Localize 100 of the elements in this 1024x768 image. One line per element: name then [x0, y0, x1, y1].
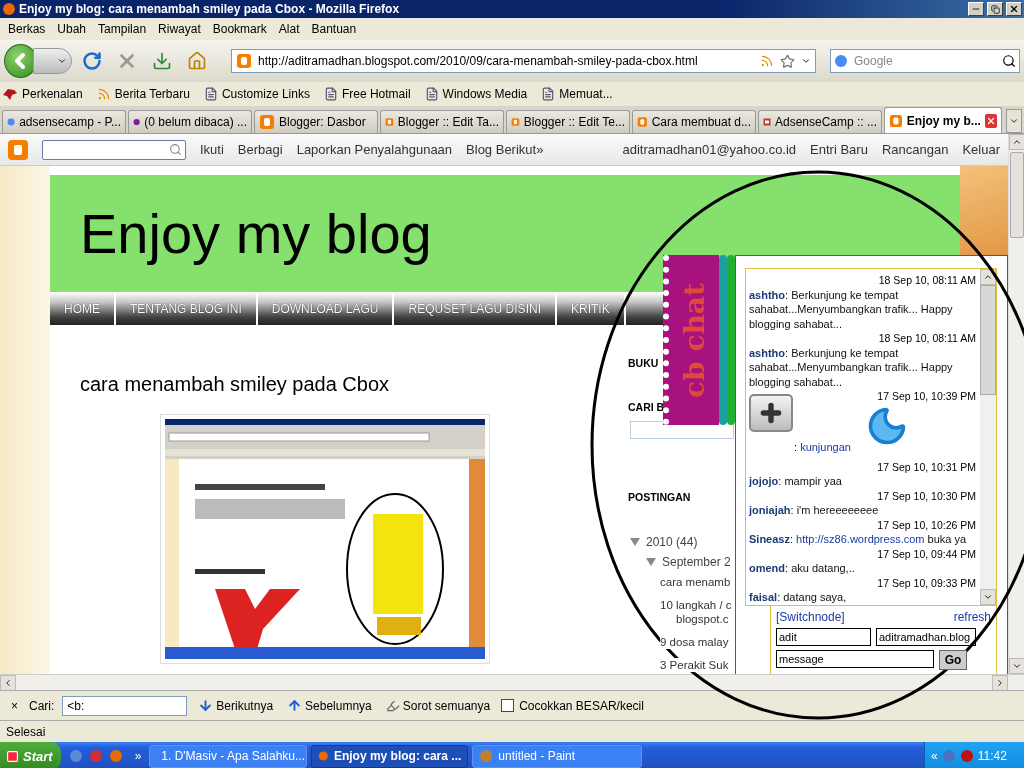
archive-link[interactable]: September 2 — [662, 555, 731, 569]
bookmark[interactable]: Free Hotmail — [323, 87, 411, 101]
post-link[interactable]: 10 langkah / c — [660, 598, 732, 612]
chevron-icon[interactable]: » — [134, 749, 142, 763]
menu-item[interactable]: Bookmark — [208, 22, 275, 36]
find-field[interactable]: <b: — [62, 695, 188, 716]
close-tab-button[interactable] — [984, 113, 997, 128]
blog-title: Enjoy my blog — [80, 201, 432, 266]
post-link[interactable]: cara menamb — [660, 575, 731, 589]
tab[interactable]: Blogger: Dasbor — [254, 110, 378, 133]
message-time: 17 Sep 10, 10:31 PM — [876, 459, 976, 474]
nav-link[interactable]: Berbagi — [237, 142, 283, 157]
account-email: aditramadhan01@yahoo.co.id — [622, 142, 797, 157]
forward-button[interactable] — [32, 48, 72, 74]
bookmark[interactable]: Memuat... — [541, 87, 613, 101]
find-button[interactable]: Sebelumnya — [284, 698, 375, 713]
archive-link[interactable]: 2010 (44) — [646, 535, 698, 549]
message-text: omend: aku datang,.. — [749, 561, 856, 576]
find-button[interactable]: Berikutnya — [195, 698, 277, 713]
section-heading: POSTINGAN — [628, 491, 692, 503]
tab[interactable]: Cara membuat d... — [632, 110, 756, 133]
scroll-down-icon — [983, 592, 993, 602]
tab[interactable]: adsensecamp - P... — [2, 110, 126, 133]
message-time: 17 Sep 10, 10:39 PM — [876, 389, 976, 404]
message-text: jojojo: mampir yaa — [749, 474, 843, 489]
nav-link[interactable]: Blog Berikut» — [466, 142, 544, 157]
switch-link[interactable]: [Switchnode] — [776, 610, 845, 624]
taskbar-button[interactable]: Enjoy my blog: cara ... — [311, 744, 469, 768]
section-heading: CARI B — [628, 401, 666, 413]
search-field[interactable] — [42, 139, 186, 160]
menu-item[interactable]: Ubah — [53, 22, 95, 36]
close-button[interactable] — [1006, 2, 1022, 16]
match-case-checkbox[interactable]: Cocokkan BESAR/kecil — [501, 698, 644, 713]
tab[interactable]: Enjoy my b... — [884, 107, 1002, 133]
address-field[interactable]: http://aditramadhan.blogspot.com/2010/09/cara-menambah-smiley-pada-cbox.html — [231, 49, 816, 73]
app-icon — [2, 2, 16, 16]
bookmark[interactable]: Berita Terbaru — [96, 87, 190, 101]
tab[interactable]: Blogger :: Edit Te... — [506, 110, 630, 133]
quick-launch-icon — [88, 749, 103, 763]
taskbar-button[interactable]: 1. D'Masiv - Apa Salahku... — [149, 744, 308, 768]
chat-logo: cb chat — [663, 255, 735, 425]
status-text: Selesai — [6, 724, 46, 739]
post-title: cara menambah smiley pada Cbox — [80, 373, 391, 396]
menu-item[interactable]: Alat — [274, 22, 308, 36]
caret-icon[interactable] — [646, 557, 656, 567]
close-button[interactable]: × — [8, 698, 21, 713]
tab[interactable]: (0 belum dibaca) ... — [128, 110, 252, 133]
tab[interactable]: AdsenseCamp :: ... — [758, 110, 882, 133]
menu-item[interactable]: Bantuan — [307, 22, 365, 36]
site-icon — [236, 53, 252, 69]
page-icon — [541, 87, 556, 101]
bookmark[interactable]: Windows Media — [424, 87, 528, 101]
tab-list-button[interactable] — [1006, 109, 1022, 133]
nav-link[interactable]: Entri Baru — [810, 142, 868, 157]
caret-icon[interactable] — [630, 537, 640, 547]
scrollbar-thumb[interactable] — [1010, 152, 1024, 238]
post-link[interactable]: 9 dosa malay — [660, 635, 729, 649]
home-icon — [186, 51, 207, 71]
nav-link[interactable]: Keluar — [962, 142, 1000, 157]
url-field[interactable]: aditramadhan.blog — [876, 628, 976, 646]
message-link[interactable]: kunjungan — [800, 440, 851, 453]
find-button[interactable]: Sorot semuanya — [382, 698, 494, 713]
go-button[interactable]: Go — [939, 650, 967, 670]
find-label: Cari: — [29, 698, 55, 713]
message-link[interactable]: http://sz86.wordpress.com — [796, 533, 925, 545]
page-icon — [203, 87, 218, 101]
scrollbar-thumb[interactable] — [980, 285, 996, 395]
menu-item[interactable]: Riwayat — [154, 22, 209, 36]
post-link[interactable]: 3 Perakit Suk — [660, 658, 729, 672]
bookmark[interactable]: Perkenalan — [2, 87, 83, 101]
arrow-down-icon — [198, 698, 214, 713]
site-icon — [637, 114, 648, 130]
post-link[interactable]: blogspot.c — [676, 612, 729, 626]
nav-link[interactable]: Rancangan — [881, 142, 949, 157]
app-icon — [479, 749, 494, 763]
page-icon — [323, 87, 338, 101]
message-time: 18 Sep 10, 08:11 AM — [877, 331, 976, 346]
bookmark[interactable]: Customize Links — [203, 87, 310, 101]
restore-button[interactable] — [987, 2, 1003, 16]
start-button[interactable]: Start — [0, 742, 61, 768]
reload-icon — [82, 51, 103, 71]
nav-link[interactable]: DOWNLOAD LAGU — [257, 292, 395, 325]
scroll-up-icon — [1012, 137, 1022, 147]
menu-item[interactable]: Berkas — [4, 22, 54, 36]
app-icon — [318, 749, 329, 763]
nav-link[interactable]: Laporkan Penyalahgunaan — [296, 142, 453, 157]
close-icon — [985, 115, 996, 126]
close-icon — [1009, 4, 1019, 14]
minimize-button[interactable] — [968, 2, 984, 16]
menu-item[interactable]: Tampilan — [94, 22, 155, 36]
clock: 11:42 — [977, 749, 1007, 763]
name-field[interactable]: adit — [776, 628, 871, 646]
taskbar-button[interactable]: untitled - Paint — [472, 744, 643, 768]
refresh-link[interactable]: refresh — [953, 610, 991, 624]
feed-icon — [96, 87, 111, 101]
tab[interactable]: Blogger :: Edit Ta... — [380, 110, 504, 133]
search-field[interactable]: Google — [830, 49, 1020, 73]
message-field[interactable]: message — [776, 650, 934, 668]
message-text: Sineasz: http://sz86.wordpress.com buka ya — [749, 532, 968, 547]
nav-link[interactable]: Ikuti — [200, 142, 224, 157]
